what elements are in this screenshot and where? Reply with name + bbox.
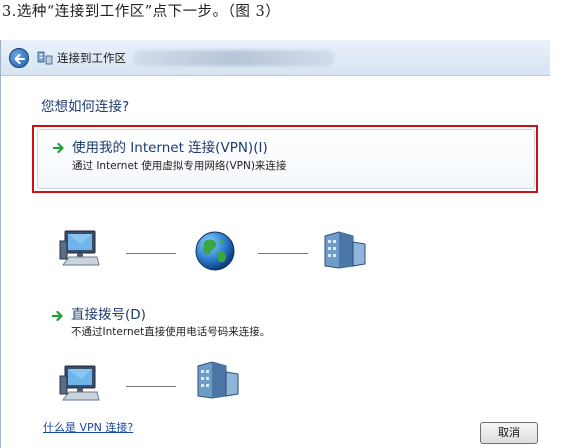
- connector-line: [126, 386, 176, 387]
- back-arrow-icon: [14, 54, 25, 64]
- back-button[interactable]: [9, 48, 29, 68]
- what-is-vpn-link[interactable]: 什么是 VPN 连接?: [43, 419, 133, 435]
- connector-line: [258, 253, 308, 254]
- window-title: 连接到工作区: [57, 51, 126, 65]
- caption: 3.选种“连接到工作区”点下一步。（图 3）: [2, 4, 281, 20]
- connect-workplace-window: 连接到工作区 您想如何连接? 使用我的 Internet 连接(VPN)(I) …: [0, 40, 550, 448]
- blurred-title-region: [134, 50, 334, 66]
- computer-icon: [59, 365, 100, 401]
- option-dialup-title: 直接拨号(D): [71, 307, 146, 323]
- option-vpn-title: 使用我的 Internet 连接(VPN)(I): [72, 140, 268, 156]
- globe-icon: [195, 231, 235, 271]
- connector-line: [126, 253, 176, 254]
- green-arrow-icon: [53, 142, 64, 154]
- server-icon: [324, 231, 366, 269]
- server-icon: [197, 361, 239, 399]
- option-dialup-description: 不通过Internet直接使用电话号码来连接。: [71, 326, 271, 338]
- green-arrow-icon: [52, 310, 63, 322]
- computer-icon: [59, 230, 100, 266]
- title-bar: 连接到工作区: [1, 40, 550, 76]
- option-vpn-description: 通过 Internet 使用虚拟专用网络(VPN)来连接: [72, 160, 287, 172]
- option-vpn[interactable]: 使用我的 Internet 连接(VPN)(I) 通过 Internet 使用虚…: [37, 129, 535, 189]
- network-workplace-icon: [37, 51, 53, 65]
- cancel-button[interactable]: 取消: [480, 422, 538, 444]
- question-heading: 您想如何连接?: [41, 99, 130, 115]
- option-dialup[interactable]: 直接拨号(D) 不通过Internet直接使用电话号码来连接。: [37, 297, 535, 345]
- content-pane: 您想如何连接? 使用我的 Internet 连接(VPN)(I) 通过 Inte…: [1, 77, 550, 447]
